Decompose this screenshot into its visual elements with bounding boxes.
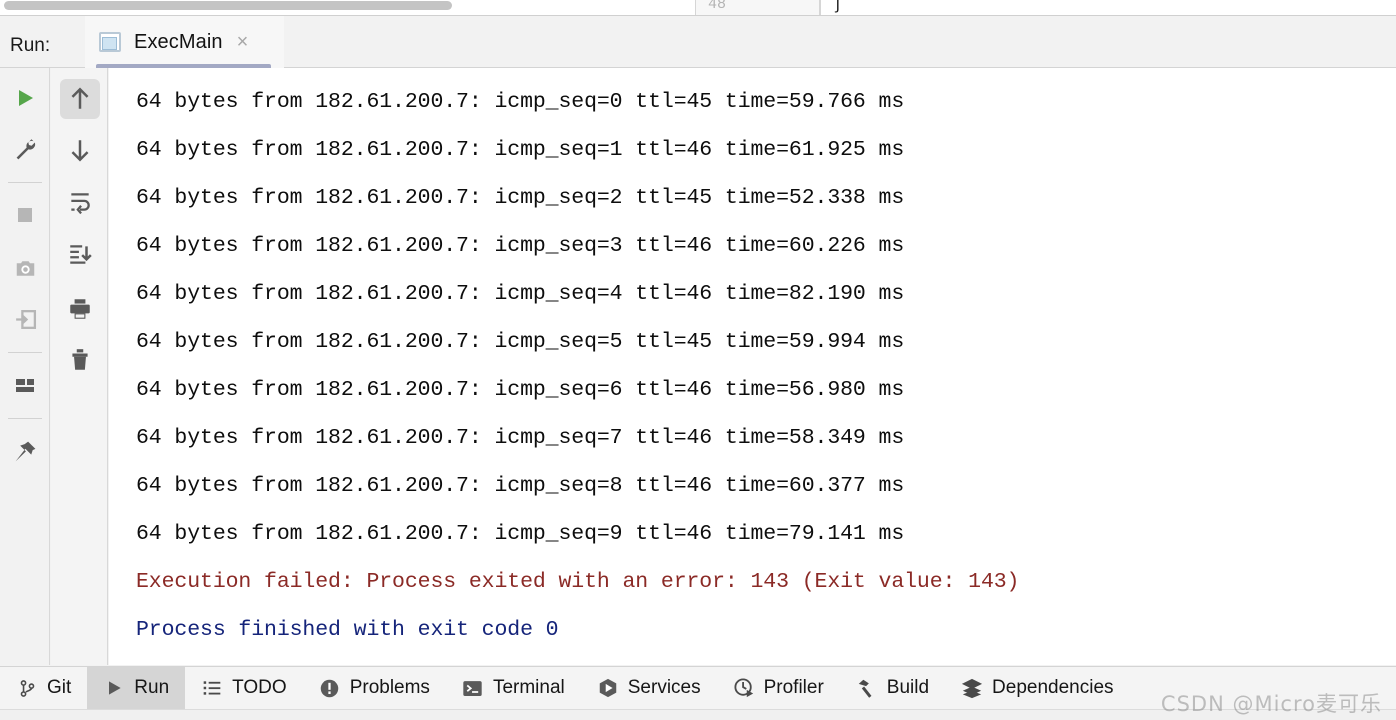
stop-button[interactable] [5, 195, 45, 235]
tool-button-label: TODO [232, 677, 287, 698]
console-line: 64 bytes from 182.61.200.7: icmp_seq=6 t… [136, 378, 905, 402]
screenshot-button[interactable] [5, 248, 45, 288]
tool-button-label: Terminal [492, 677, 565, 698]
run-tool-window: 48 ∫ Run: ExecMain × 64 bytes from 182.6… [0, 0, 1396, 720]
console-line: 64 bytes from 182.61.200.7: icmp_seq=2 t… [136, 186, 905, 210]
tool-window-bar: Git Run TODO Problems Terminal Services … [0, 666, 1396, 709]
arrow-down-icon [71, 140, 89, 162]
clock-play-icon [733, 677, 755, 699]
tool-button-problems[interactable]: Problems [303, 667, 446, 709]
console-output[interactable]: 64 bytes from 182.61.200.7: icmp_seq=0 t… [109, 68, 1396, 665]
tool-button-label: Problems [349, 677, 430, 698]
run-actions-rail [0, 68, 50, 665]
console-line: 64 bytes from 182.61.200.7: icmp_seq=8 t… [136, 474, 905, 498]
arrow-up-icon [71, 87, 89, 109]
tool-button-label: Services [627, 677, 701, 698]
git-branch-icon [16, 677, 38, 699]
tool-button-label: Git [47, 677, 72, 698]
console-line: 64 bytes from 182.61.200.7: icmp_seq=7 t… [136, 426, 905, 450]
play-icon [103, 677, 125, 699]
tool-button-profiler[interactable]: Profiler [717, 667, 840, 709]
scroll-to-end-button[interactable] [60, 234, 100, 274]
tool-button-todo[interactable]: TODO [185, 667, 303, 709]
camera-icon [16, 260, 34, 276]
rail-divider-2 [8, 352, 42, 353]
tool-button-git[interactable]: Git [0, 667, 87, 709]
pin-icon [15, 441, 35, 461]
wrench-icon [16, 139, 36, 160]
rail-divider-3 [8, 418, 42, 419]
soft-wrap-icon [71, 193, 90, 215]
stop-square-icon [18, 208, 32, 222]
print-button[interactable] [60, 289, 100, 329]
layout-grid-icon [16, 379, 34, 392]
console-line: 64 bytes from 182.61.200.7: icmp_seq=3 t… [136, 234, 905, 258]
layers-icon [961, 677, 983, 699]
console-line: 64 bytes from 182.61.200.7: icmp_seq=1 t… [136, 138, 905, 162]
trash-icon [72, 349, 88, 370]
list-icon [201, 677, 223, 699]
console-window-icon [99, 32, 121, 52]
scroll-to-end-icon [70, 245, 92, 264]
console-line: 64 bytes from 182.61.200.7: icmp_seq=9 t… [136, 522, 905, 546]
tool-button-dependencies[interactable]: Dependencies [945, 667, 1129, 709]
console-line-error: Execution failed: Process exited with an… [136, 570, 1020, 594]
console-line: 64 bytes from 182.61.200.7: icmp_seq=5 t… [136, 330, 905, 354]
soft-wrap-button[interactable] [60, 182, 100, 222]
rail-divider-1 [8, 182, 42, 183]
scroll-down-button[interactable] [60, 130, 100, 170]
run-label: Run: [10, 35, 51, 56]
console-line: 64 bytes from 182.61.200.7: icmp_seq=4 t… [136, 282, 905, 306]
tool-button-services[interactable]: Services [581, 667, 717, 709]
clear-all-button[interactable] [60, 340, 100, 380]
tool-button-label: Run [134, 677, 170, 698]
layout-button[interactable] [5, 365, 45, 405]
edit-configuration-button[interactable] [5, 129, 45, 169]
play-green-icon [19, 90, 33, 106]
terminal-prompt-icon [462, 677, 484, 699]
tool-button-label: Dependencies [992, 677, 1114, 698]
hammer-icon [856, 677, 878, 699]
tool-button-terminal[interactable]: Terminal [446, 667, 581, 709]
exclamation-circle-icon [319, 677, 341, 699]
hexagon-play-icon [597, 677, 619, 699]
tool-button-label: Build [886, 677, 930, 698]
run-tab-label: ExecMain [134, 30, 223, 53]
horizontal-scrollbar[interactable] [4, 1, 452, 10]
run-header: Run: ExecMain × [0, 16, 1396, 68]
clipped-glyph-cell: ∫ [820, 0, 1396, 16]
clipped-editor-strip: 48 ∫ [0, 0, 1396, 16]
clipped-number-cell: 48 [695, 0, 820, 16]
tool-button-label: Profiler [763, 677, 824, 698]
console-actions-rail [51, 68, 108, 665]
close-icon[interactable]: × [237, 32, 249, 52]
tool-button-build[interactable]: Build [840, 667, 945, 709]
console-line-success: Process finished with exit code 0 [136, 618, 559, 642]
attach-console-button[interactable] [5, 299, 45, 339]
tool-button-run[interactable]: Run [87, 667, 186, 709]
status-bar-footer [0, 709, 1396, 720]
console-line: 64 bytes from 182.61.200.7: icmp_seq=0 t… [136, 90, 905, 114]
printer-icon [70, 299, 90, 319]
scroll-up-button[interactable] [60, 79, 100, 119]
pin-tab-button[interactable] [5, 431, 45, 471]
rerun-button[interactable] [5, 78, 45, 118]
enter-arrow-icon [15, 309, 36, 329]
run-tab-execmain[interactable]: ExecMain × [85, 16, 284, 68]
